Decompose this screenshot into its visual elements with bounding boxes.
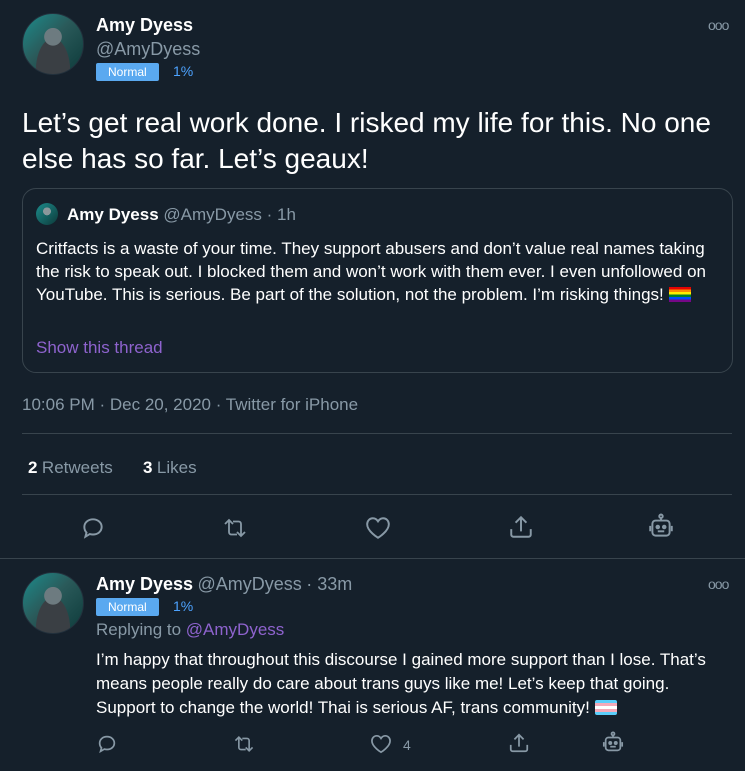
reply-author-handle[interactable]: @AmyDyess <box>198 574 302 594</box>
reply-icon[interactable] <box>96 733 118 755</box>
like-icon[interactable] <box>370 734 392 754</box>
more-icon[interactable]: ooo <box>708 17 729 33</box>
divider <box>22 494 732 495</box>
likes-label: Likes <box>156 458 197 477</box>
reply-text-block: I’m happy that throughout this discourse… <box>96 648 731 720</box>
quoted-time: · 1h <box>266 205 296 224</box>
like-icon[interactable] <box>365 516 391 540</box>
reply-avatar[interactable] <box>22 572 84 634</box>
reply-percent-label: 1% <box>173 598 194 614</box>
reply-icon[interactable] <box>80 515 106 541</box>
replying-to-label: Replying to <box>96 620 182 639</box>
retweets-label: Retweets <box>41 458 113 477</box>
trans-flag-icon <box>594 700 617 715</box>
retweet-icon[interactable] <box>232 733 256 755</box>
quoted-text-block: Critfacts is a waste of your time. They … <box>36 237 726 306</box>
author-handle[interactable]: @AmyDyess <box>96 39 200 60</box>
replying-to-handle[interactable]: @AmyDyess <box>186 620 285 639</box>
bot-icon[interactable] <box>602 730 624 756</box>
retweets-stat[interactable]: 2 Retweets <box>28 458 113 478</box>
quoted-author-handle: @AmyDyess <box>163 205 262 224</box>
divider <box>22 433 732 434</box>
reply-more-icon[interactable]: ooo <box>708 576 729 592</box>
share-icon[interactable] <box>508 514 534 540</box>
reply-author-name[interactable]: Amy Dyess <box>96 574 193 594</box>
reply-time[interactable]: · 33m <box>306 574 352 594</box>
percent-label: 1% <box>173 63 194 79</box>
reply-status-badge: Normal <box>96 598 159 616</box>
tweet-text: Let’s get real work done. I risked my li… <box>22 107 711 174</box>
retweet-icon[interactable] <box>221 515 249 541</box>
author-name[interactable]: Amy Dyess <box>96 15 193 36</box>
tweet-timestamp[interactable]: 10:06 PM · Dec 20, 2020 · Twitter for iP… <box>22 395 358 415</box>
show-thread-link[interactable]: Show this thread <box>36 338 163 358</box>
rainbow-flag-icon <box>668 287 691 302</box>
tweet-separator <box>0 558 745 559</box>
avatar[interactable] <box>22 13 84 75</box>
status-badge: Normal <box>96 63 159 81</box>
share-icon[interactable] <box>508 732 530 754</box>
retweets-count: 2 <box>28 458 38 477</box>
likes-count: 3 <box>143 458 153 477</box>
quoted-text: Critfacts is a waste of your time. They … <box>36 239 706 304</box>
quoted-avatar <box>36 203 58 225</box>
likes-stat[interactable]: 3 Likes <box>143 458 197 478</box>
bot-icon[interactable] <box>648 513 674 541</box>
quoted-author-name: Amy Dyess <box>67 205 159 224</box>
reply-like-count: 4 <box>403 737 411 753</box>
